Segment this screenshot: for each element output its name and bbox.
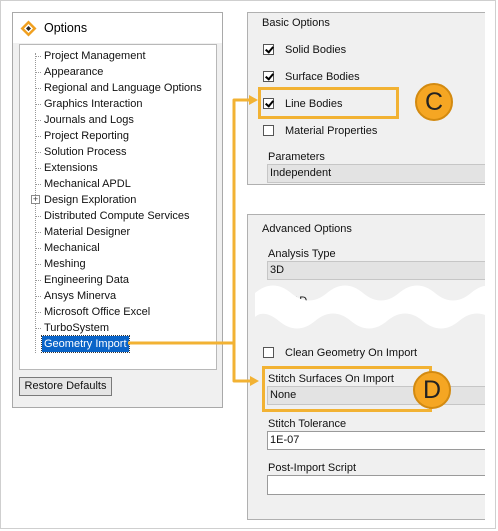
- tree-item-label: TurboSystem: [44, 322, 110, 334]
- tree-item-meshing[interactable]: Meshing: [35, 256, 88, 272]
- tree-item-label: Engineering Data: [44, 274, 130, 286]
- tree-item-geometry-import[interactable]: Geometry Import: [41, 335, 130, 353]
- tree-item-label: Appearance: [44, 66, 104, 78]
- tree-item-label: Design Exploration: [44, 194, 137, 206]
- tree-item-regional-language[interactable]: Regional and Language Options: [35, 80, 204, 96]
- tree-item-label: Project Reporting: [44, 130, 129, 142]
- tree-item-turbosystem[interactable]: TurboSystem: [35, 320, 111, 336]
- tree-item-solution-process[interactable]: Solution Process: [35, 144, 129, 160]
- tree-item-mechanical[interactable]: Mechanical: [35, 240, 102, 256]
- tree-item-engineering-data[interactable]: Engineering Data: [35, 272, 131, 288]
- tree-item-label: Mechanical APDL: [44, 178, 131, 190]
- tree-item-label: Extensions: [44, 162, 98, 174]
- tree-item-material-designer[interactable]: Material Designer: [35, 224, 132, 240]
- advanced-options-title: Advanced Options: [262, 223, 352, 235]
- post-import-script-label: Post-Import Script: [268, 462, 357, 474]
- tree-item-ansys-minerva[interactable]: Ansys Minerva: [35, 288, 118, 304]
- callout-d-badge: D: [413, 371, 451, 409]
- stitch-surfaces-highlight: [262, 366, 432, 412]
- checkbox-label: Surface Bodies: [285, 71, 360, 83]
- tree-item-project-reporting[interactable]: Project Reporting: [35, 128, 131, 144]
- tree-item-journals-logs[interactable]: Journals and Logs: [35, 112, 136, 128]
- checkbox-label: Solid Bodies: [285, 44, 347, 56]
- tree-item-label: Ansys Minerva: [44, 290, 117, 302]
- stitch-tolerance-label: Stitch Tolerance: [268, 418, 347, 430]
- checkbox-checked-icon: [263, 44, 274, 55]
- basic-options-title: Basic Options: [262, 17, 330, 29]
- window-title: Options: [44, 21, 88, 35]
- tree-item-label: Mechanical: [44, 242, 100, 254]
- tree-item-label: Distributed Compute Services: [44, 210, 190, 222]
- tree-item-design-exploration[interactable]: Design Exploration: [42, 192, 138, 208]
- analysis-type-dropdown[interactable]: 3D: [267, 261, 485, 280]
- ansys-logo-icon: [20, 20, 37, 37]
- analysis-type-label: Analysis Type: [268, 248, 336, 260]
- options-tree[interactable]: Project Management Appearance Regional a…: [19, 44, 217, 370]
- restore-defaults-button[interactable]: Restore Defaults: [19, 377, 112, 396]
- tree-item-label: Project Management: [44, 50, 146, 62]
- tree-item-label: Material Designer: [44, 226, 131, 238]
- checkbox-label: Material Properties: [285, 125, 378, 137]
- tree-item-project-management[interactable]: Project Management: [35, 48, 148, 64]
- tree-item-extensions[interactable]: Extensions: [35, 160, 100, 176]
- tree-item-label: Graphics Interaction: [44, 98, 143, 110]
- expand-plus-icon[interactable]: +: [31, 195, 40, 204]
- checkbox-label: Clean Geometry On Import: [285, 347, 418, 359]
- title-bar: Options: [13, 13, 222, 43]
- checkbox-unchecked-icon: [263, 125, 274, 136]
- tree-item-label: Journals and Logs: [44, 114, 134, 126]
- checkbox-checked-icon: [263, 71, 274, 82]
- tree-item-distributed-compute[interactable]: Distributed Compute Services: [35, 208, 192, 224]
- tree-item-label: Solution Process: [44, 146, 127, 158]
- tree-item-excel[interactable]: Microsoft Office Excel: [35, 304, 152, 320]
- tree-item-label: Meshing: [44, 258, 86, 270]
- checkbox-unchecked-icon: [263, 347, 274, 358]
- torn-edge-overlay: [255, 285, 495, 329]
- parameters-dropdown[interactable]: Independent: [267, 164, 485, 183]
- tree-item-mechanical-apdl[interactable]: Mechanical APDL: [35, 176, 133, 192]
- tree-item-label: Microsoft Office Excel: [44, 306, 151, 318]
- tree-item-appearance[interactable]: Appearance: [35, 64, 105, 80]
- line-bodies-highlight: [258, 87, 399, 119]
- parameters-label: Parameters: [268, 151, 325, 163]
- stitch-tolerance-input[interactable]: 1E-07: [267, 431, 485, 450]
- tree-item-label: Geometry Import: [44, 338, 127, 350]
- tree-item-label: Regional and Language Options: [44, 82, 202, 94]
- tree-item-graphics-interaction[interactable]: Graphics Interaction: [35, 96, 144, 112]
- options-window: Options Project Management Appearance Re…: [12, 12, 223, 408]
- post-import-script-input[interactable]: [267, 475, 485, 495]
- callout-c-badge: C: [415, 83, 453, 121]
